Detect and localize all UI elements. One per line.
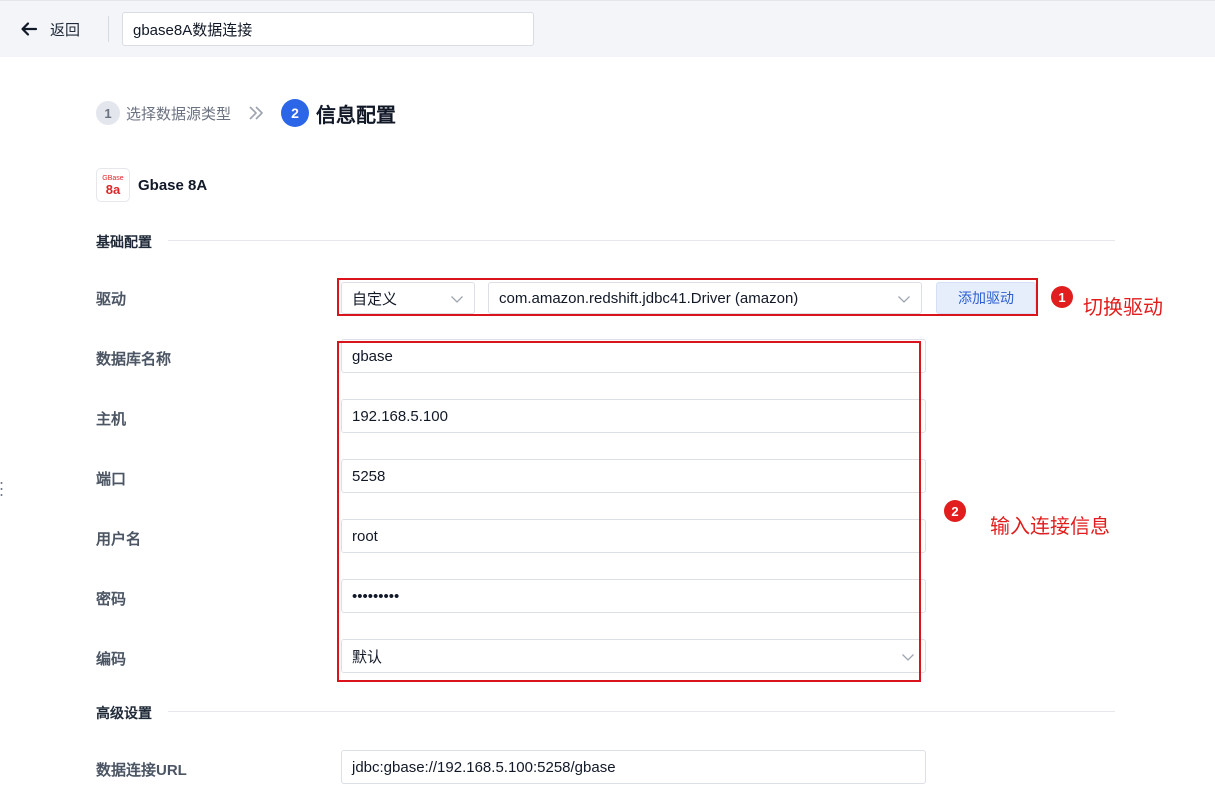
double-chevron-right-icon <box>249 106 263 120</box>
step-label: 信息配置 <box>316 104 397 127</box>
url-value: jdbc:gbase://192.168.5.100:5258/gbase <box>352 758 616 776</box>
annotation-box-driver <box>337 278 1038 316</box>
annotation-text-1: 切换驱动 <box>1083 297 1163 319</box>
drag-handle-icon[interactable] <box>0 480 3 498</box>
port-label: 端口 <box>96 471 127 488</box>
section-divider <box>168 711 1115 712</box>
annotation-text-2: 输入连接信息 <box>990 516 1110 538</box>
gbase-logo: GBase 8a <box>96 168 130 202</box>
step-info-config: 2 信息配置 <box>281 99 396 128</box>
encoding-label: 编码 <box>96 651 127 668</box>
annotation-marker-2: 2 <box>944 500 966 522</box>
url-input[interactable]: jdbc:gbase://192.168.5.100:5258/gbase <box>341 750 926 784</box>
step-select-type[interactable]: 1 选择数据源类型 <box>96 101 231 125</box>
annotation-marker-1: 1 <box>1051 286 1073 308</box>
password-label: 密码 <box>96 591 127 608</box>
step-number: 2 <box>281 99 310 127</box>
db-name-label: 数据库名称 <box>96 351 172 368</box>
section-divider <box>168 240 1115 241</box>
top-bar: 返回 <box>0 0 1215 57</box>
url-label: 数据连接URL <box>96 762 187 779</box>
back-label: 返回 <box>50 21 81 39</box>
step-indicator: 1 选择数据源类型 2 信息配置 <box>96 99 396 127</box>
arrow-left-icon <box>21 22 38 36</box>
logo-text-bottom: 8a <box>105 181 121 197</box>
user-label: 用户名 <box>96 531 142 548</box>
connection-name-input[interactable] <box>122 12 534 46</box>
datasource-name: Gbase 8A <box>138 177 208 194</box>
step-label: 选择数据源类型 <box>126 105 232 123</box>
section-title-advanced: 高级设置 <box>96 705 152 721</box>
host-label: 主机 <box>96 411 127 428</box>
annotation-box-connection <box>337 341 921 682</box>
back-button[interactable]: 返回 <box>20 16 80 42</box>
driver-label: 驱动 <box>96 291 127 308</box>
section-title-basic: 基础配置 <box>96 234 152 250</box>
divider <box>108 16 109 42</box>
step-number: 1 <box>96 101 120 125</box>
